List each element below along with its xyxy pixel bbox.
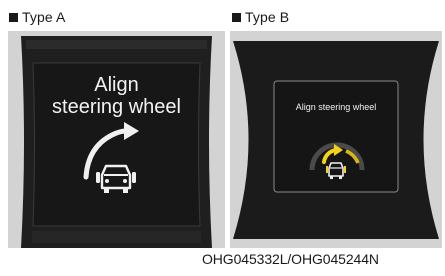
alert-message-line-2: steering wheel: [52, 96, 181, 118]
panel-label-text: Type B: [245, 9, 290, 25]
panel-label-type-a: Type A: [9, 9, 65, 25]
cluster-display-type-b: Align steering wheel: [230, 31, 442, 248]
bullet-square-icon: [9, 13, 18, 22]
figure: Type A Type B Align steering wheel Align…: [0, 0, 445, 276]
panel-label-text: Type A: [22, 9, 66, 25]
panel-label-type-b: Type B: [232, 9, 289, 25]
alert-message: Align steering wheel: [295, 102, 377, 112]
display-frame-a: [21, 36, 212, 248]
bullet-square-icon: [232, 13, 241, 22]
cluster-display-type-a: Align steering wheel: [8, 31, 225, 248]
figure-code-caption: OHG045332L/OHG045244N: [202, 251, 379, 267]
alert-message-line-1: Align: [94, 74, 139, 96]
display-frame-b: [233, 41, 439, 239]
